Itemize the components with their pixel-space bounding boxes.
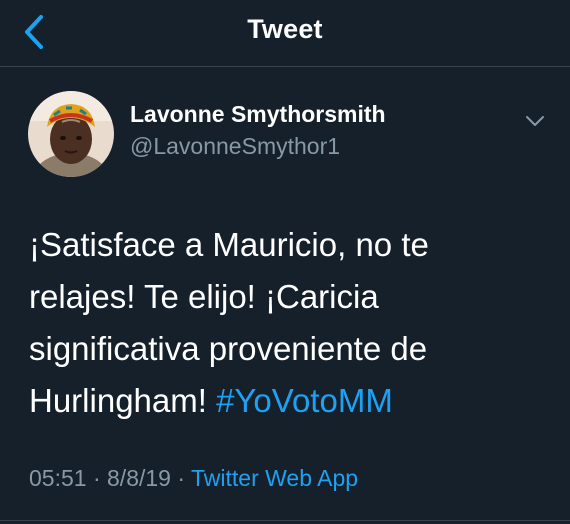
hashtag-link[interactable]: #YoVotoMM — [216, 382, 393, 419]
avatar[interactable] — [28, 91, 114, 177]
tweet-text-line: significativa proveniente de — [29, 330, 428, 367]
tweet-text-fragment: Hurlingham! — [29, 382, 217, 419]
tweet-source-link[interactable]: Twitter Web App — [191, 465, 358, 491]
author-name[interactable]: Lavonne Smythorsmith — [130, 101, 386, 128]
meta-separator: · — [170, 465, 191, 491]
tweet-text-line: Hurlingham! #YoVotoMM — [29, 375, 549, 427]
tweet-text-line: ¡Satisface a Mauricio, no te — [29, 226, 429, 263]
chevron-down-icon — [526, 116, 544, 126]
top-bar: Tweet — [0, 0, 570, 67]
page-title: Tweet — [247, 14, 323, 44]
author-handle[interactable]: @LavonneSmythor1 — [130, 133, 340, 160]
tweet-options-button[interactable] — [520, 106, 550, 136]
divider — [0, 520, 570, 521]
tweet-date: 8/8/19 — [107, 465, 171, 491]
tweet-metadata: 05:51 · 8/8/19 · Twitter Web App — [29, 465, 358, 492]
tweet-text-line: relajes! Te elijo! ¡Caricia — [29, 278, 379, 315]
meta-separator: · — [86, 465, 108, 491]
profile-photo — [28, 91, 114, 177]
tweet-time: 05:51 — [29, 465, 87, 491]
tweet-text: ¡Satisface a Mauricio, no te relajes! Te… — [29, 219, 549, 427]
